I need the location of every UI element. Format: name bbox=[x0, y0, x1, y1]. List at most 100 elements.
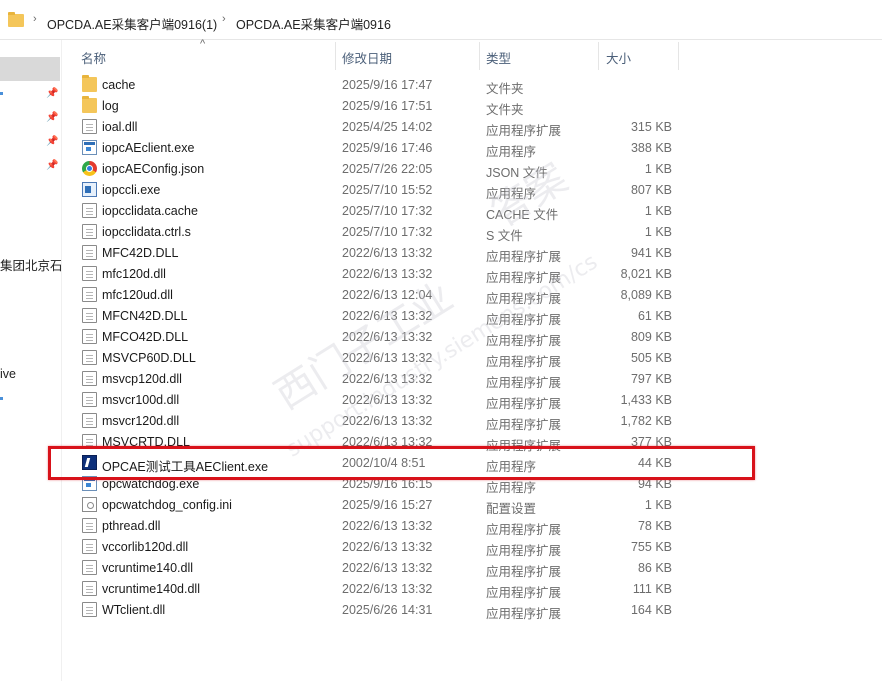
file-row[interactable]: msvcp120d.dll 2022/6/13 13:32 应用程序扩展 797 KB bbox=[62, 368, 882, 390]
file-row[interactable]: MSVCP60D.DLL 2022/6/13 13:32 应用程序扩展 505 KB bbox=[62, 347, 882, 369]
file-icon bbox=[82, 602, 97, 617]
exe-icon bbox=[82, 140, 97, 155]
file-modified-date: 2025/7/10 17:32 bbox=[342, 204, 433, 218]
file-row[interactable]: log 2025/9/16 17:51 文件夹 bbox=[62, 95, 882, 117]
file-modified-date: 2022/6/13 13:32 bbox=[342, 246, 433, 260]
navigation-pane[interactable]: 📌 📌 📌 📌 集团北京石 ive bbox=[0, 40, 62, 681]
file-modified-date: 2022/6/13 12:04 bbox=[342, 288, 433, 302]
file-name: MFCN42D.DLL bbox=[102, 309, 188, 323]
column-divider[interactable] bbox=[479, 42, 480, 70]
nav-item-label[interactable]: 集团北京石 bbox=[0, 255, 61, 274]
file-name: vcruntime140.dll bbox=[102, 561, 194, 575]
cli-icon bbox=[82, 182, 97, 197]
file-name: WTclient.dll bbox=[102, 603, 166, 617]
nav-item-label[interactable]: ive bbox=[0, 367, 16, 381]
file-name: mfc120d.dll bbox=[102, 267, 166, 281]
file-row[interactable]: MFC42D.DLL 2022/6/13 13:32 应用程序扩展 941 KB bbox=[62, 242, 882, 264]
file-row[interactable]: msvcr100d.dll 2022/6/13 13:32 应用程序扩展 1,433 … bbox=[62, 389, 882, 411]
file-name: log bbox=[102, 99, 119, 113]
file-type: 应用程序扩展 bbox=[486, 607, 562, 621]
sort-ascending-icon: ^ bbox=[200, 38, 206, 50]
pin-icon: 📌 bbox=[46, 136, 59, 147]
file-modified-date: 2022/6/13 13:32 bbox=[342, 414, 433, 428]
file-modified-date: 2022/6/13 13:32 bbox=[342, 540, 433, 554]
file-size: 1 KB bbox=[644, 498, 672, 512]
address-bar[interactable]: › OPCDA.AE采集客户端0916(1) › OPCDA.AE采集客户端09… bbox=[0, 0, 882, 40]
file-name: cache bbox=[102, 78, 136, 92]
file-row[interactable]: WTclient.dll 2025/6/26 14:31 应用程序扩展 164 KB bbox=[62, 599, 882, 621]
file-modified-date: 2022/6/13 13:32 bbox=[342, 372, 433, 386]
file-icon bbox=[82, 413, 97, 428]
file-size: 797 KB bbox=[630, 372, 672, 386]
pin-icon: 📌 bbox=[46, 160, 59, 171]
folder-icon bbox=[82, 75, 97, 92]
file-icon bbox=[82, 203, 97, 218]
file-size: 755 KB bbox=[630, 540, 672, 554]
file-icon bbox=[82, 518, 97, 533]
file-size: 1,433 KB bbox=[620, 393, 672, 407]
file-name: pthread.dll bbox=[102, 519, 161, 533]
column-header-type[interactable]: 类型 bbox=[486, 48, 511, 67]
nav-item-marker bbox=[0, 397, 3, 400]
file-modified-date: 2025/7/10 15:52 bbox=[342, 183, 433, 197]
file-icon bbox=[82, 266, 97, 281]
file-icon bbox=[82, 245, 97, 260]
file-row[interactable]: iopcclidata.ctrl.s 2025/7/10 17:32 S 文件 1 K… bbox=[62, 221, 882, 243]
file-row[interactable]: iopcAEclient.exe 2025/9/16 17:46 应用程序 388 K… bbox=[62, 137, 882, 159]
folder-icon bbox=[8, 12, 24, 27]
file-row[interactable]: mfc120ud.dll 2022/6/13 12:04 应用程序扩展 8,089 K… bbox=[62, 284, 882, 306]
file-row[interactable]: pthread.dll 2022/6/13 13:32 应用程序扩展 78 KB bbox=[62, 515, 882, 537]
file-name: MSVCP60D.DLL bbox=[102, 351, 196, 365]
file-icon bbox=[82, 581, 97, 596]
column-header-date[interactable]: 修改日期 bbox=[342, 48, 392, 67]
file-row[interactable]: MFCN42D.DLL 2022/6/13 13:32 应用程序扩展 61 KB bbox=[62, 305, 882, 327]
nav-item-selected[interactable] bbox=[0, 57, 60, 81]
chevron-right-icon[interactable]: › bbox=[33, 13, 37, 25]
highlight-annotation bbox=[48, 446, 755, 480]
column-divider[interactable] bbox=[598, 42, 599, 70]
nav-item-marker bbox=[0, 92, 3, 95]
column-divider[interactable] bbox=[678, 42, 679, 70]
breadcrumb-item-current[interactable]: OPCDA.AE采集客户端0916 bbox=[236, 14, 391, 33]
file-name: MFCO42D.DLL bbox=[102, 330, 189, 344]
file-size: 388 KB bbox=[630, 141, 672, 155]
file-name: mfc120ud.dll bbox=[102, 288, 173, 302]
file-name: ioal.dll bbox=[102, 120, 138, 134]
chevron-right-icon[interactable]: › bbox=[222, 13, 226, 25]
file-row[interactable]: vccorlib120d.dll 2022/6/13 13:32 应用程序扩展 755… bbox=[62, 536, 882, 558]
breadcrumb-item-parent[interactable]: OPCDA.AE采集客户端0916(1) bbox=[47, 14, 217, 33]
ini-icon bbox=[82, 497, 97, 512]
file-modified-date: 2025/4/25 14:02 bbox=[342, 120, 433, 134]
pin-icon: 📌 bbox=[46, 88, 59, 99]
file-name: msvcp120d.dll bbox=[102, 372, 182, 386]
file-icon bbox=[82, 350, 97, 365]
column-header-name[interactable]: 名称 bbox=[81, 48, 106, 67]
file-modified-date: 2025/9/16 17:51 bbox=[342, 99, 433, 113]
file-row[interactable]: cache 2025/9/16 17:47 文件夹 bbox=[62, 74, 882, 96]
file-size: 1 KB bbox=[644, 162, 672, 176]
file-row[interactable]: ioal.dll 2025/4/25 14:02 应用程序扩展 315 KB bbox=[62, 116, 882, 138]
file-icon bbox=[82, 539, 97, 554]
file-row[interactable]: iopccli.exe 2025/7/10 15:52 应用程序 807 KB bbox=[62, 179, 882, 201]
file-row[interactable]: msvcr120d.dll 2022/6/13 13:32 应用程序扩展 1,782 … bbox=[62, 410, 882, 432]
file-row[interactable]: opcwatchdog_config.ini 2025/9/16 15:27 配置设… bbox=[62, 494, 882, 516]
file-icon bbox=[82, 224, 97, 239]
column-divider[interactable] bbox=[335, 42, 336, 70]
file-modified-date: 2022/6/13 13:32 bbox=[342, 582, 433, 596]
file-size: 941 KB bbox=[630, 246, 672, 260]
file-row[interactable]: MFCO42D.DLL 2022/6/13 13:32 应用程序扩展 809 KB bbox=[62, 326, 882, 348]
file-name: vccorlib120d.dll bbox=[102, 540, 189, 554]
file-icon bbox=[82, 560, 97, 575]
column-header-size[interactable]: 大小 bbox=[606, 48, 631, 67]
file-row[interactable]: iopcclidata.cache 2025/7/10 17:32 CACHE 文件… bbox=[62, 200, 882, 222]
file-row[interactable]: vcruntime140d.dll 2022/6/13 13:32 应用程序扩展 11… bbox=[62, 578, 882, 600]
file-name: msvcr120d.dll bbox=[102, 414, 180, 428]
file-row[interactable]: iopcAEConfig.json 2025/7/26 22:05 JSON 文件 1… bbox=[62, 158, 882, 180]
file-name: iopccli.exe bbox=[102, 183, 161, 197]
pin-icon: 📌 bbox=[46, 112, 59, 123]
file-icon bbox=[82, 308, 97, 323]
file-size: 1 KB bbox=[644, 225, 672, 239]
file-size: 1 KB bbox=[644, 204, 672, 218]
file-row[interactable]: vcruntime140.dll 2022/6/13 13:32 应用程序扩展 86 … bbox=[62, 557, 882, 579]
file-row[interactable]: mfc120d.dll 2022/6/13 13:32 应用程序扩展 8,021 KB bbox=[62, 263, 882, 285]
